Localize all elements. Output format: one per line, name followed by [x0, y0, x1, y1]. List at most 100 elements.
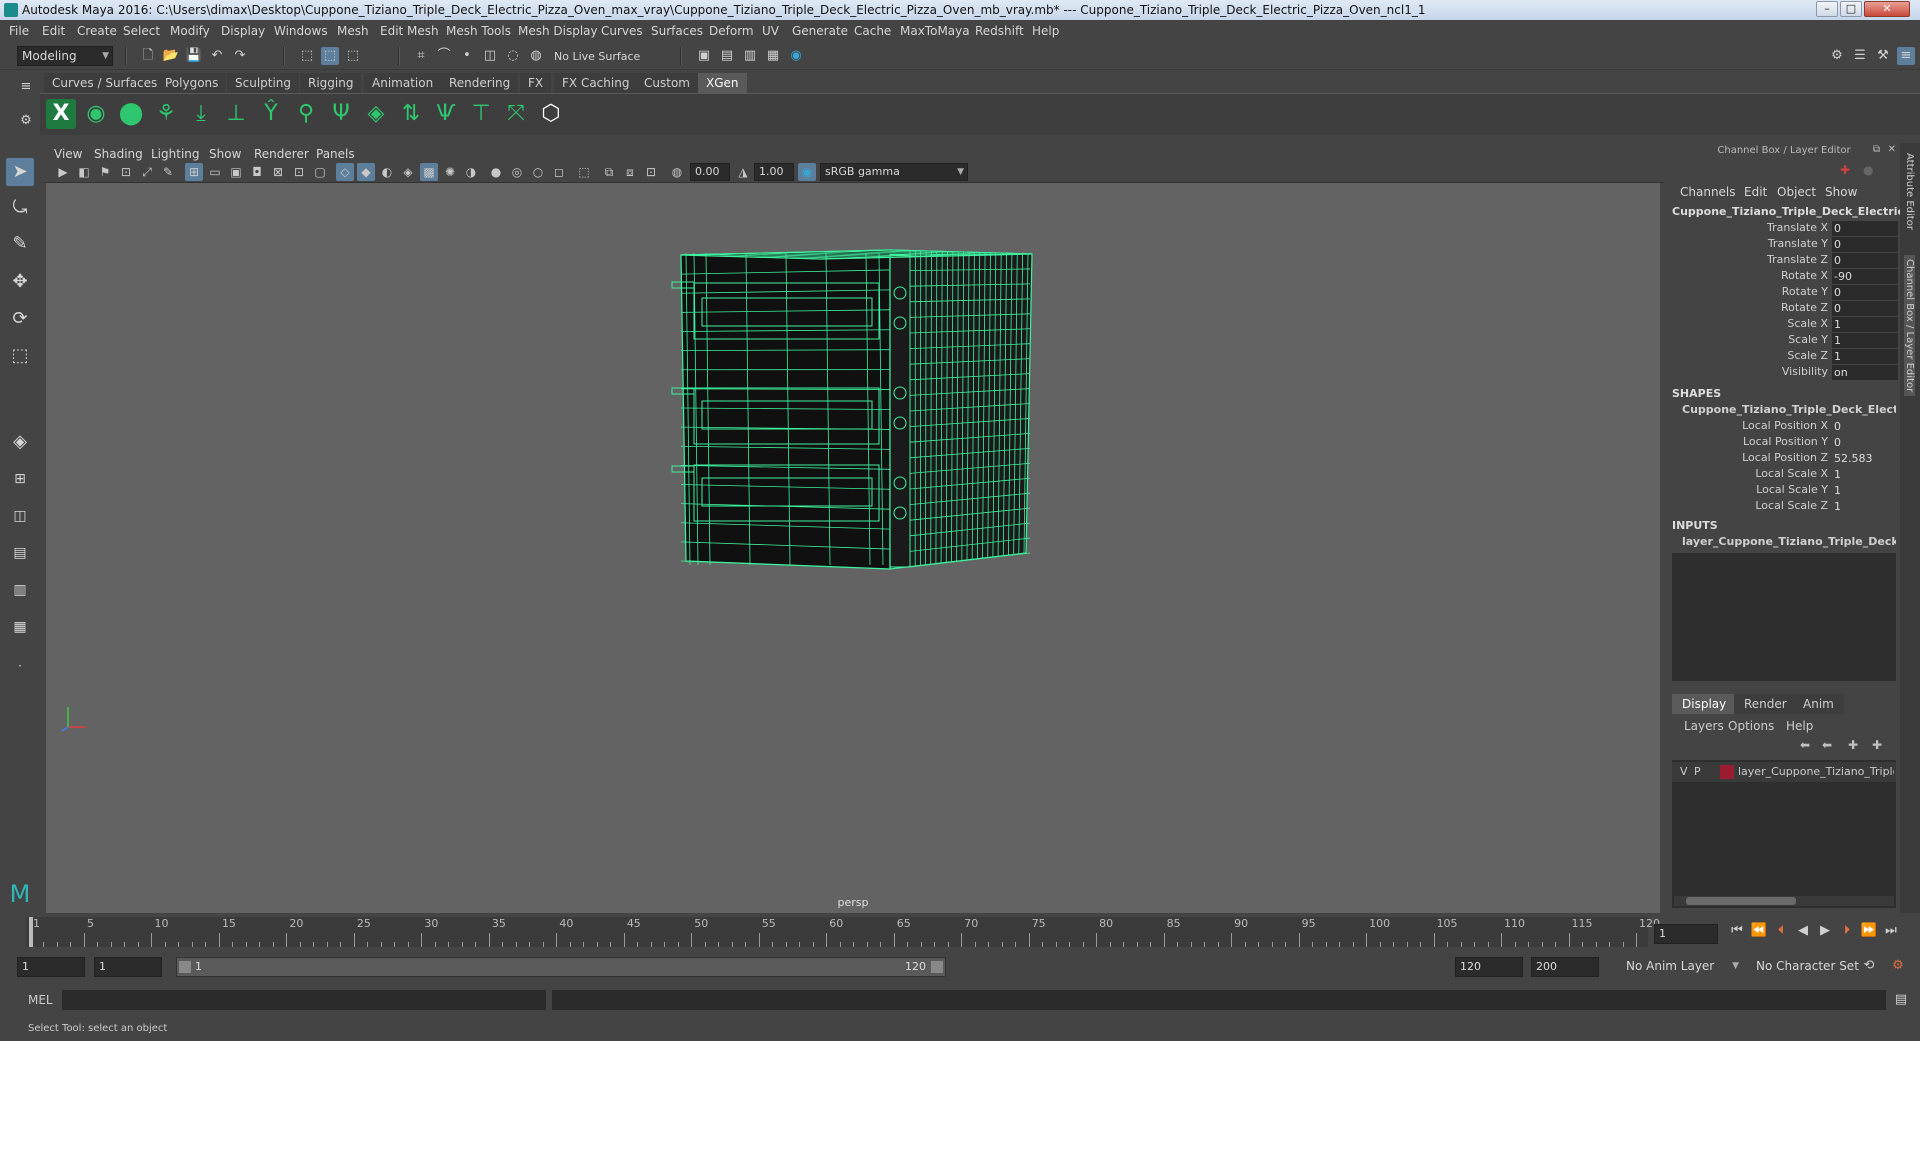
- menu-modify[interactable]: Modify: [170, 24, 210, 38]
- film-gate-icon[interactable]: ▭: [206, 163, 224, 181]
- attr-translate-x[interactable]: Translate X 0: [1668, 221, 1900, 237]
- xgen-editor-icon[interactable]: X: [46, 99, 76, 129]
- layer-menu-layers[interactable]: Layers: [1684, 719, 1724, 733]
- play-backwards-icon[interactable]: ◀: [1794, 922, 1812, 940]
- step-forward-key-icon[interactable]: ⏩: [1860, 922, 1878, 940]
- menu-surfaces[interactable]: Surfaces: [651, 24, 703, 38]
- snap-live-icon[interactable]: ◌: [504, 47, 522, 65]
- menu-edit[interactable]: Edit: [42, 24, 65, 38]
- xgen-place-guide-icon[interactable]: ⚘: [151, 99, 181, 129]
- channel-box-key-icon[interactable]: ✚: [1840, 163, 1850, 177]
- attr-scale-z[interactable]: Scale Z 1: [1668, 349, 1900, 365]
- perspective-outliner-layout-icon[interactable]: ▤: [6, 539, 34, 567]
- snap-point-icon[interactable]: •: [458, 47, 476, 65]
- xgen-guide-sculpt-icon[interactable]: Ψ: [326, 99, 356, 129]
- paint-select-tool-icon[interactable]: ✎: [6, 230, 34, 258]
- attr-local-position-y[interactable]: Local Position Y 0: [1668, 435, 1900, 451]
- xgen-create-description-icon[interactable]: ⬤: [116, 99, 146, 129]
- animation-start-field[interactable]: 1: [17, 957, 85, 977]
- channel-box-side-tab[interactable]: Channel Box / Layer Editor: [1904, 255, 1915, 397]
- attr-value[interactable]: 0: [1832, 435, 1898, 450]
- new-scene-icon[interactable]: 🗋: [139, 47, 157, 65]
- channel-box-toggle-icon[interactable]: ≡: [1897, 47, 1915, 65]
- oven-wireframe-model[interactable]: [46, 183, 1660, 913]
- shelf-tab-polygons[interactable]: Polygons: [157, 73, 227, 93]
- more-layouts-icon[interactable]: ·: [6, 652, 34, 680]
- motion-blur-icon[interactable]: ◎: [508, 163, 526, 181]
- new-layer-selected-icon[interactable]: ✚: [1872, 738, 1882, 752]
- select-by-component-icon[interactable]: ⬚: [344, 47, 362, 65]
- shape-node-name[interactable]: Cuppone_Tiziano_Triple_Deck_Electric_...: [1682, 403, 1896, 416]
- wireframe-icon[interactable]: ◇: [336, 163, 354, 181]
- xgen-lock-length-icon[interactable]: ⚲: [291, 99, 321, 129]
- hypershade-layout-icon[interactable]: ▦: [6, 613, 34, 641]
- exposure-field[interactable]: 0.00: [690, 163, 730, 181]
- ipr-render-icon[interactable]: ▤: [718, 47, 736, 65]
- attr-scale-y[interactable]: Scale Y 1: [1668, 333, 1900, 349]
- color-management-icon[interactable]: ◉: [798, 163, 816, 181]
- camera-attributes-icon[interactable]: ◧: [75, 163, 93, 181]
- four-view-layout-icon[interactable]: ⊞: [6, 465, 34, 493]
- menu-file[interactable]: File: [9, 24, 29, 38]
- redo-icon[interactable]: ↷: [231, 47, 249, 65]
- menu-deform[interactable]: Deform: [709, 24, 754, 38]
- step-forward-frame-icon[interactable]: ⏵: [1838, 922, 1856, 940]
- attr-value[interactable]: 52.583: [1832, 451, 1898, 466]
- tool-settings-toggle-icon[interactable]: ⚒: [1874, 47, 1892, 65]
- step-back-frame-icon[interactable]: ⏴: [1772, 922, 1790, 940]
- layer-tab-anim[interactable]: Anim: [1793, 694, 1844, 714]
- attr-rotate-y[interactable]: Rotate Y 0: [1668, 285, 1900, 301]
- attr-local-scale-z[interactable]: Local Scale Z 1: [1668, 499, 1900, 515]
- layer-menu-options[interactable]: Options: [1728, 719, 1774, 733]
- gate-mask-icon[interactable]: ◘: [248, 163, 266, 181]
- range-slider[interactable]: 1 120: [176, 957, 946, 977]
- save-scene-icon[interactable]: 💾: [185, 47, 203, 65]
- current-frame-field[interactable]: 1: [1654, 924, 1718, 944]
- shelf-tab-fx[interactable]: FX: [520, 73, 552, 93]
- script-language-label[interactable]: MEL: [28, 993, 53, 1007]
- xgen-flip-guide-icon[interactable]: ⇅: [396, 99, 426, 129]
- step-back-key-icon[interactable]: ⏪: [1750, 922, 1768, 940]
- attr-value[interactable]: 0: [1832, 301, 1898, 316]
- exposure-icon[interactable]: ◍: [668, 163, 686, 181]
- auto-key-icon[interactable]: ⟲: [1860, 957, 1878, 975]
- resolution-gate-icon[interactable]: ▣: [227, 163, 245, 181]
- shelf-tab-fx-caching[interactable]: FX Caching: [554, 73, 638, 93]
- channel-box-settings-icon[interactable]: ●: [1863, 163, 1873, 177]
- snap-grid-icon[interactable]: ⌗: [412, 47, 430, 65]
- menu-windows[interactable]: Windows: [274, 24, 328, 38]
- attr-value[interactable]: 0: [1832, 253, 1898, 268]
- shelf-menu-icon[interactable]: ≡: [17, 78, 35, 96]
- selected-object-name[interactable]: Cuppone_Tiziano_Triple_Deck_Electric_Pi.…: [1672, 205, 1900, 218]
- xgen-add-guide-icon[interactable]: ⤓: [186, 99, 216, 129]
- xgen-cut-guide-icon[interactable]: ⊤: [466, 99, 496, 129]
- go-to-start-icon[interactable]: ⏮: [1728, 922, 1746, 940]
- cb-menu-edit[interactable]: Edit: [1744, 185, 1767, 199]
- go-to-end-icon[interactable]: ⏭: [1882, 922, 1900, 940]
- attr-value[interactable]: 1: [1832, 317, 1898, 332]
- xgen-preview-icon[interactable]: ◉: [81, 99, 111, 129]
- attr-value[interactable]: 1: [1832, 483, 1898, 498]
- menu-redshift[interactable]: Redshift: [975, 24, 1024, 38]
- shelf-options-icon[interactable]: ⚙: [17, 112, 35, 130]
- xray-icon[interactable]: ⧉: [600, 163, 618, 181]
- character-set-dropdown[interactable]: No Character Set: [1752, 957, 1876, 977]
- script-editor-icon[interactable]: ▤: [1892, 991, 1910, 1009]
- range-end-handle[interactable]: [931, 961, 943, 973]
- time-ruler[interactable]: 1 5 10 15 20 25 30 35 40 45 50 55 60 65 70 75 80 85 90 95 10…: [26, 917, 1660, 947]
- attr-translate-z[interactable]: Translate Z 0: [1668, 253, 1900, 269]
- undo-icon[interactable]: ↶: [208, 47, 226, 65]
- layer-tab-display[interactable]: Display: [1672, 694, 1737, 714]
- menu-maxtomaya[interactable]: MaxToMaya: [900, 24, 970, 38]
- xgen-hexagon-icon[interactable]: ⬡: [536, 99, 566, 129]
- render-current-frame-icon[interactable]: ▣: [695, 47, 713, 65]
- play-forwards-icon[interactable]: ▶: [1816, 922, 1834, 940]
- anti-aliasing-icon[interactable]: ○: [529, 163, 547, 181]
- layer-playback-toggle[interactable]: P: [1694, 765, 1701, 778]
- new-layer-icon[interactable]: ✚: [1848, 738, 1858, 752]
- attr-value[interactable]: 0: [1832, 237, 1898, 252]
- hypershade-icon[interactable]: ▦: [764, 47, 782, 65]
- viewport-menu-panels[interactable]: Panels: [316, 147, 355, 161]
- current-time-indicator[interactable]: [29, 917, 33, 947]
- textured-icon[interactable]: ▩: [420, 163, 438, 181]
